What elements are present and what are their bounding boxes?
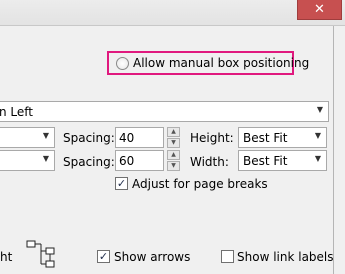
chevron-down-icon: ▼	[314, 154, 321, 163]
layout-dropdown[interactable]: n Left ▼	[0, 101, 329, 122]
chevron-down-icon: ▼	[314, 131, 321, 140]
show-link-labels-label: Show link labels	[237, 250, 334, 264]
show-arrows-checkbox[interactable]: ✓	[97, 250, 110, 263]
spin-up-icon[interactable]: ▲	[167, 127, 180, 137]
spin-up-icon[interactable]: ▲	[167, 150, 180, 160]
adjust-page-breaks-label: Adjust for page breaks	[132, 177, 268, 191]
allow-manual-positioning-label: Allow manual box positioning	[133, 56, 310, 70]
allow-manual-positioning-radio[interactable]	[116, 57, 129, 70]
height-label: Height:	[190, 131, 234, 145]
chevron-down-icon: ▼	[42, 131, 49, 140]
row1-spacing-value: 40	[119, 131, 135, 145]
spin-down-icon[interactable]: ▼	[167, 138, 180, 148]
row2-spacing-value: 60	[119, 154, 135, 168]
height-dropdown-value: Best Fit	[243, 131, 288, 145]
row2-spacing-input[interactable]: 60	[115, 150, 164, 171]
partial-option-label: ht	[0, 250, 13, 264]
title-bar: ✕	[0, 0, 345, 26]
row2-left-dropdown[interactable]: ▼	[0, 150, 55, 171]
width-label: Width:	[190, 155, 229, 169]
show-link-labels-checkbox[interactable]	[221, 250, 234, 263]
row2-spacing-label: Spacing:	[63, 155, 115, 169]
width-dropdown[interactable]: Best Fit ▼	[238, 150, 327, 171]
width-dropdown-value: Best Fit	[243, 154, 288, 168]
row1-spacing-input[interactable]: 40	[115, 127, 164, 148]
close-icon: ✕	[314, 2, 325, 17]
show-arrows-label: Show arrows	[114, 250, 191, 264]
chevron-down-icon: ▼	[42, 154, 49, 163]
row1-left-dropdown[interactable]: ▼	[0, 127, 55, 148]
tree-layout-icon[interactable]	[26, 240, 56, 268]
layout-dropdown-value: n Left	[0, 105, 33, 119]
allow-manual-positioning-highlight: Allow manual box positioning	[107, 51, 309, 75]
chevron-down-icon: ▼	[316, 105, 323, 114]
row1-spacing-label: Spacing:	[63, 131, 115, 145]
spin-down-icon[interactable]: ▼	[167, 161, 180, 171]
close-button[interactable]: ✕	[297, 0, 342, 20]
height-dropdown[interactable]: Best Fit ▼	[238, 127, 327, 148]
adjust-page-breaks-checkbox[interactable]: ✓	[115, 177, 128, 190]
